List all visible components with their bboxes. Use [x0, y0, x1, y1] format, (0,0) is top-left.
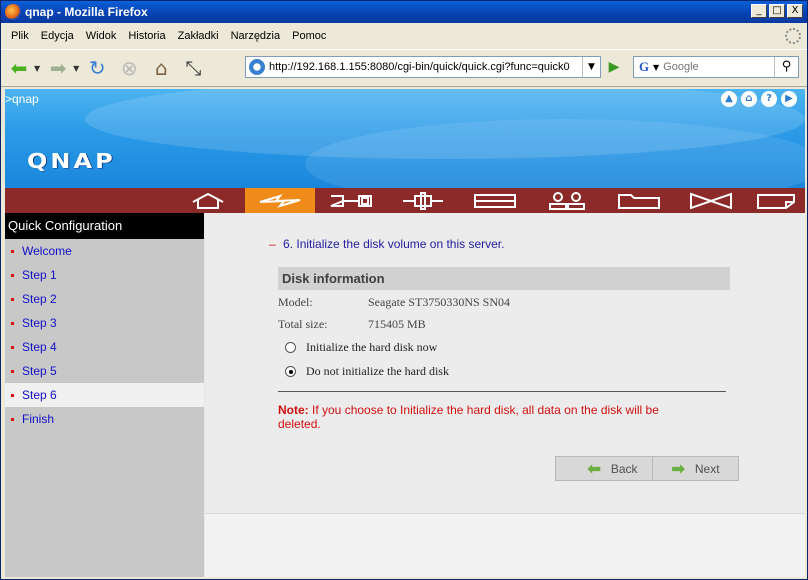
main-panel: – 6. Initialize the disk volume on this …	[205, 213, 805, 577]
address-bar[interactable]: http://192.168.1.155:8080/cgi-bin/quick/…	[245, 56, 601, 78]
back-button-label: Back	[610, 461, 638, 476]
menu-bookmarks[interactable]: Zakładki	[178, 30, 219, 42]
footer-area	[205, 513, 805, 577]
init-now-radio[interactable]	[285, 342, 296, 353]
search-input[interactable]	[663, 61, 768, 73]
back-arrow-icon[interactable]: ⬅	[5, 54, 33, 82]
home-icon[interactable]: ⌂	[741, 91, 757, 107]
menu-help[interactable]: Pomoc	[292, 30, 326, 42]
forward-history-dropdown-icon[interactable]: ▼	[73, 64, 79, 73]
window-title: qnap - Mozilla Firefox	[25, 5, 148, 19]
init-now-label[interactable]: Initialize the hard disk now	[306, 340, 437, 355]
note-text: If you choose to Initialize the hard dis…	[278, 403, 659, 431]
breadcrumb[interactable]: >qnap	[5, 92, 39, 106]
sidebar-item-finish[interactable]: Finish	[5, 407, 204, 431]
disk-model-row: Model: Seagate ST3750330NS SN04	[278, 295, 510, 310]
menu-view[interactable]: Widok	[86, 30, 117, 42]
navigation-toolbar: ⬅ ▼ ➡ ▼ ↻ ⊗ ⌂ ⤡ http://192.168.1.155:808…	[1, 49, 807, 87]
nav-network-icon[interactable]	[387, 188, 459, 213]
no-init-label[interactable]: Do not initialize the hard disk	[306, 364, 449, 379]
close-button[interactable]: X	[787, 4, 803, 18]
main-navigation	[5, 188, 805, 213]
next-arrow-icon: ➡	[671, 460, 685, 478]
back-arrow-icon: ⬅	[587, 460, 601, 478]
step-heading-text: 6. Initialize the disk volume on this se…	[283, 237, 505, 251]
url-text[interactable]: http://192.168.1.155:8080/cgi-bin/quick/…	[269, 61, 575, 73]
disk-size-label: Total size:	[278, 317, 328, 331]
note-label: Note:	[278, 403, 309, 417]
disk-info-header: Disk information	[278, 267, 730, 290]
sidebar-heading: Quick Configuration	[5, 213, 204, 239]
browser-window: qnap - Mozilla Firefox _ □ X Plik Edycja…	[0, 0, 808, 580]
nav-disk-icon[interactable]	[459, 188, 531, 213]
site-favicon-icon	[249, 59, 265, 75]
next-icon[interactable]: ▶	[781, 91, 797, 107]
menu-edit[interactable]: Edycja	[41, 30, 74, 42]
quick-config-sidebar: Quick Configuration Welcome Step 1 Step …	[5, 213, 204, 577]
help-icon[interactable]: ?	[761, 91, 777, 107]
step-heading: – 6. Initialize the disk volume on this …	[269, 237, 504, 251]
nav-logs-icon[interactable]	[747, 188, 805, 213]
qnap-logo: QNAP	[27, 149, 116, 173]
sidebar-item-step-1[interactable]: Step 1	[5, 263, 204, 287]
nav-quick-config-icon[interactable]	[245, 188, 315, 213]
title-bar: qnap - Mozilla Firefox _ □ X	[1, 1, 807, 23]
disk-size-value: 715405 MB	[368, 317, 426, 331]
search-box: G ▼ ⚲	[633, 56, 799, 78]
minimize-button[interactable]: _	[751, 4, 767, 18]
forward-arrow-icon[interactable]: ➡	[44, 54, 72, 82]
sidebar-item-step-3[interactable]: Step 3	[5, 311, 204, 335]
stop-icon[interactable]: ⊗	[115, 54, 143, 82]
qnap-banner: >qnap QNAP ▲ ⌂ ? ▶	[5, 89, 805, 188]
divider	[278, 391, 726, 392]
nav-users-icon[interactable]	[531, 188, 603, 213]
nav-system-icon[interactable]	[315, 188, 387, 213]
disk-model-value: Seagate ST3750330NS SN04	[368, 295, 510, 309]
step-collapse-toggle[interactable]: –	[269, 237, 276, 251]
menu-bar: Plik Edycja Widok Historia Zakładki Narz…	[1, 25, 807, 47]
search-magnifier-icon[interactable]: ⚲	[774, 57, 798, 77]
init-now-option[interactable]: Initialize the hard disk now	[285, 340, 437, 355]
nav-shares-icon[interactable]	[603, 188, 675, 213]
warning-note: Note: If you choose to Initialize the ha…	[278, 403, 698, 431]
menu-tools[interactable]: Narzędzia	[231, 30, 281, 42]
next-button[interactable]: ➡ Next	[652, 456, 739, 481]
fullscreen-icon[interactable]: ⤡	[179, 54, 207, 82]
menu-history[interactable]: Historia	[128, 30, 165, 42]
disk-model-label: Model:	[278, 295, 313, 309]
back-history-dropdown-icon[interactable]: ▼	[34, 64, 40, 73]
sidebar-item-step-2[interactable]: Step 2	[5, 287, 204, 311]
no-init-radio[interactable]	[285, 366, 296, 377]
window-controls: _ □ X	[751, 4, 803, 18]
menu-file[interactable]: Plik	[11, 30, 29, 42]
sidebar-item-step-4[interactable]: Step 4	[5, 335, 204, 359]
url-dropdown-icon[interactable]: ▼	[582, 57, 600, 77]
google-engine-icon[interactable]: G	[636, 59, 652, 75]
banner-icons: ▲ ⌂ ? ▶	[721, 91, 797, 107]
throbber-icon	[785, 28, 801, 44]
maximize-button[interactable]: □	[769, 4, 785, 18]
firefox-icon	[5, 4, 21, 20]
reload-icon[interactable]: ↻	[83, 54, 111, 82]
disk-size-row: Total size: 715405 MB	[278, 317, 426, 332]
nav-home-icon[interactable]	[171, 188, 245, 213]
sidebar-item-step-6[interactable]: Step 6	[5, 383, 204, 407]
sidebar-item-welcome[interactable]: Welcome	[5, 239, 204, 263]
home-icon[interactable]: ⌂	[147, 54, 175, 82]
no-init-option[interactable]: Do not initialize the hard disk	[285, 364, 449, 379]
sidebar-item-step-5[interactable]: Step 5	[5, 359, 204, 383]
up-icon[interactable]: ▲	[721, 91, 737, 107]
page-content: >qnap QNAP ▲ ⌂ ? ▶ Quick Configuration W…	[5, 89, 805, 577]
nav-system-tools-icon[interactable]	[675, 188, 747, 213]
go-arrow-icon[interactable]: ▶	[603, 56, 625, 78]
engine-dropdown-icon[interactable]: ▼	[653, 63, 659, 72]
next-button-label: Next	[694, 461, 720, 476]
